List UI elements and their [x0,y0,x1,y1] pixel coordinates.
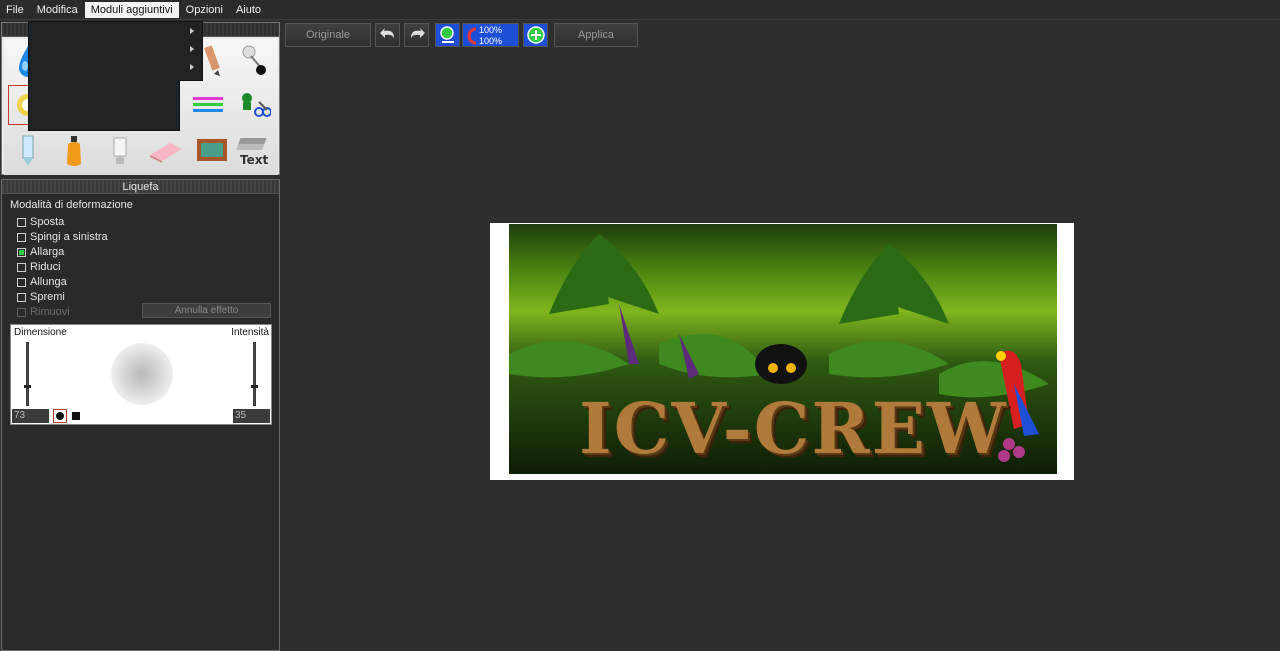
light-bulb-icon[interactable] [100,131,140,171]
square-icon [72,412,80,420]
zoom-in-button[interactable] [523,23,548,47]
zoom-arrows-icon [467,27,477,45]
zoom-level-top: 100% [479,25,503,35]
dropdown-item-1[interactable] [29,22,202,40]
test-tube-icon[interactable] [8,131,48,171]
color-lines-icon[interactable] [188,85,228,125]
menu-aiuto[interactable]: Aiuto [230,2,267,18]
pin-tool-icon[interactable] [234,41,274,81]
dimension-slider[interactable] [24,342,31,406]
checkbox[interactable] [17,232,26,242]
moduli-dropdown-menu [28,21,203,81]
bottle-icon[interactable] [54,131,94,171]
option-label: Allunga [30,276,67,288]
checkbox[interactable] [17,292,26,302]
brush-settings-box: Dimensione Intensità 73 35 [10,324,272,425]
eraser-icon[interactable] [146,131,186,171]
checkbox-checked[interactable] [17,247,26,257]
submenu-arrow-icon [190,28,194,34]
option-label: Spremi [30,291,65,303]
option-label: Rimuovi [30,306,70,318]
jungle-image: ICV-CREW [509,224,1057,474]
zoom-fit-icon [439,26,454,43]
option-allarga[interactable]: Allarga [17,245,64,259]
intensity-slider-thumb[interactable] [251,385,258,388]
svg-text:Text: Text [240,153,268,167]
circle-icon [56,412,64,420]
option-spingi-a-sinistra[interactable]: Spingi a sinistra [17,230,108,244]
clone-scissors-icon[interactable] [234,85,274,125]
zoom-level-button[interactable]: 100% 100% [462,23,519,47]
brush-preview [111,343,173,405]
intensity-spinbox[interactable]: 35 [233,409,270,423]
square-brush-button[interactable] [69,409,83,423]
option-spremi[interactable]: Spremi [17,290,65,304]
deformation-mode-title: Modalità di deformazione [10,199,133,211]
dimension-label: Dimensione [14,327,67,338]
annulla-effetto-button[interactable]: Annulla effetto [142,303,271,318]
dimension-spinbox[interactable]: 73 [12,409,49,423]
image-title-text: ICV-CREW [579,387,1008,470]
option-label: Allarga [30,246,65,258]
menu-modifica[interactable]: Modifica [31,2,84,18]
option-label: Sposta [30,216,65,228]
liquefa-panel-title: Liquefa [2,180,279,194]
dropdown-item-2[interactable] [29,40,202,58]
submenu-arrow-icon [190,64,194,70]
option-sposta[interactable]: Sposta [17,215,64,229]
text-layers-icon[interactable]: Text [234,131,274,171]
liquefa-panel: Liquefa Modalità di deformazione Sposta … [1,179,280,651]
option-allunga[interactable]: Allunga [17,275,67,289]
checkbox-disabled [17,307,26,317]
checkbox[interactable] [17,277,26,287]
zoom-level-bottom: 100% [479,36,503,46]
round-brush-button[interactable] [53,409,67,423]
menu-bar: File Modifica Moduli aggiuntivi Opzioni … [0,0,1280,20]
dimension-slider-thumb[interactable] [24,385,31,388]
menu-opzioni[interactable]: Opzioni [180,2,229,18]
option-label: Spingi a sinistra [30,231,108,243]
picture-frame-icon[interactable] [192,131,232,171]
dropdown-item-3[interactable] [29,58,202,76]
zoom-fit-button[interactable] [435,23,460,47]
option-riduci[interactable]: Riduci [17,260,61,274]
zoom-in-icon [526,26,545,44]
redo-icon [410,28,425,38]
submenu-arrow-icon [190,46,194,52]
option-rimuovi: Rimuovi [17,305,70,319]
option-label: Riduci [30,261,61,273]
menu-file[interactable]: File [0,2,30,18]
redo-button[interactable] [404,23,429,47]
image-canvas[interactable]: ICV-CREW [490,223,1074,480]
moduli-dropdown-menu-extension [28,80,180,131]
checkbox[interactable] [17,217,26,227]
undo-button[interactable] [375,23,400,47]
intensity-slider[interactable] [251,342,258,406]
intensity-label: Intensità [231,327,269,338]
checkbox[interactable] [17,262,26,272]
undo-icon [379,28,394,38]
originale-button[interactable]: Originale [285,23,371,47]
menu-moduli-aggiuntivi[interactable]: Moduli aggiuntivi [84,1,179,18]
applica-button[interactable]: Applica [554,23,638,47]
